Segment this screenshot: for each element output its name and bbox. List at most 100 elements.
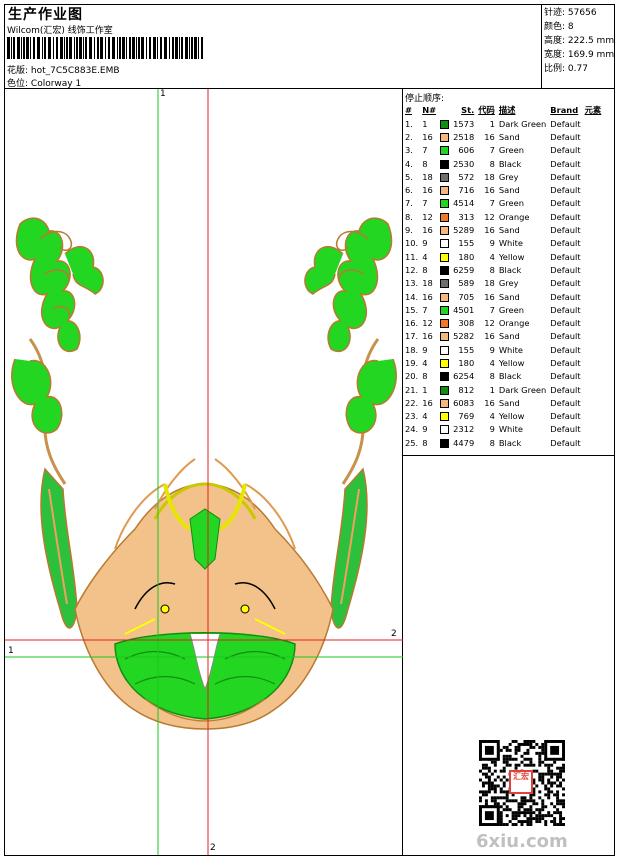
color-swatch <box>440 186 450 196</box>
element-cell <box>583 303 604 316</box>
page-title: 生产作业图 <box>8 7 83 23</box>
stitch-count: 705 <box>458 291 475 302</box>
color-swatch <box>440 119 450 129</box>
stitch-count: 2530 <box>453 158 475 169</box>
stat-height: 高度: 222.5 mm <box>544 34 614 48</box>
software-subtitle: Wilcom(汇宏) 线饰工作室 <box>7 26 113 36</box>
element-cell <box>583 277 604 290</box>
stat-value: 169.9 mm <box>567 50 615 60</box>
thread-description: Black <box>498 158 522 169</box>
stop-index: 23. <box>405 411 419 422</box>
thread-brand: Default <box>550 264 581 275</box>
watermark: 6xiu.com <box>476 831 568 852</box>
stitch-count: 155 <box>458 344 475 355</box>
table-row: 8. 12 313 12 Orange Default <box>403 210 603 223</box>
thread-code: 4 <box>489 357 495 368</box>
thread-brand: Default <box>550 437 581 448</box>
color-sequence-panel: 停止顺序: # N# St. 代码 描述 Brand 元素 1. 1 1573 1 Da… <box>403 89 614 855</box>
thread-brand: Default <box>550 371 581 382</box>
stitch-count: 589 <box>458 278 475 289</box>
stitch-count: 4514 <box>453 198 475 209</box>
color-swatch <box>440 345 450 355</box>
swatch <box>438 197 451 210</box>
stop-index: 8. <box>405 211 413 222</box>
stitch-count: 308 <box>458 318 475 329</box>
panel-divider <box>403 455 614 456</box>
color-stop-table: # N# St. 代码 描述 Brand 元素 1. 1 1573 1 Dark Gre… <box>403 103 603 449</box>
needle-number: 7 <box>422 145 428 156</box>
thread-code: 8 <box>489 158 495 169</box>
table-row: 17. 16 5282 16 Sand Default <box>403 330 603 343</box>
table-row: 24. 9 2312 9 White Default <box>403 423 603 436</box>
col-element: 元素 <box>584 105 602 115</box>
element-cell <box>583 383 604 396</box>
needle-number: 8 <box>422 264 428 275</box>
swatch <box>438 410 451 423</box>
thread-description: Orange <box>498 318 530 329</box>
stop-index: 22. <box>405 397 419 408</box>
thread-brand: Default <box>550 304 581 315</box>
needle-number: 8 <box>422 371 428 382</box>
element-cell <box>583 183 604 196</box>
color-swatch <box>440 252 450 262</box>
thread-description: Green <box>498 304 524 315</box>
table-row: 10. 9 155 9 White Default <box>403 237 603 250</box>
stat-width: 宽度: 169.9 mm <box>544 48 614 62</box>
needle-number: 7 <box>422 198 428 209</box>
element-cell <box>583 370 604 383</box>
col-needle: N# <box>422 105 437 115</box>
stitch-count: 6259 <box>453 264 475 275</box>
thread-brand: Default <box>550 331 581 342</box>
stop-index: 14. <box>405 291 419 302</box>
left-cloud-motif <box>11 217 104 629</box>
thread-description: Grey <box>498 171 519 182</box>
table-row: 22. 16 6083 16 Sand Default <box>403 396 603 409</box>
dragon-head-motif <box>74 458 334 730</box>
stop-index: 9. <box>405 225 413 236</box>
stop-index: 17. <box>405 331 419 342</box>
stop-index: 1. <box>405 118 413 129</box>
thread-code: 4 <box>489 411 495 422</box>
thread-brand: Default <box>550 185 581 196</box>
guide-label-bottom: 2 <box>210 843 216 853</box>
thread-brand: Default <box>550 344 581 355</box>
thread-description: White <box>498 238 523 249</box>
swatch <box>438 263 451 276</box>
stat-value: 8 <box>567 22 574 32</box>
thread-description: Dark Green <box>498 118 547 129</box>
stop-index: 25. <box>405 437 419 448</box>
thread-description: Orange <box>498 211 530 222</box>
color-swatch <box>440 398 450 408</box>
table-row: 21. 1 812 1 Dark Green Default <box>403 383 603 396</box>
table-row: 23. 4 769 4 Yellow Default <box>403 410 603 423</box>
thread-description: Yellow <box>498 411 525 422</box>
thread-code: 12 <box>484 211 495 222</box>
colorway-line: 色位: Colorway 1 <box>7 76 81 89</box>
needle-number: 16 <box>422 331 433 342</box>
needle-number: 9 <box>422 344 428 355</box>
color-swatch <box>440 199 450 209</box>
swatch <box>438 250 451 263</box>
swatch <box>438 343 451 356</box>
swatch <box>438 144 451 157</box>
needle-number: 1 <box>422 384 428 395</box>
table-row: 20. 8 6254 8 Black Default <box>403 370 603 383</box>
needle-number: 9 <box>422 424 428 435</box>
stitch-count: 572 <box>458 171 475 182</box>
table-row: 2. 16 2518 16 Sand Default <box>403 130 603 143</box>
stitch-count: 2312 <box>453 424 475 435</box>
thread-code: 1 <box>489 384 495 395</box>
needle-number: 12 <box>422 318 433 329</box>
needle-number: 16 <box>422 291 433 302</box>
swatch <box>438 170 451 183</box>
stop-index: 15. <box>405 304 419 315</box>
color-stop-rows: 1. 1 1573 1 Dark Green Default 2. 16 2518 16 Sand D… <box>403 117 603 449</box>
swatch <box>438 356 451 369</box>
right-cloud-motif <box>304 217 397 629</box>
color-swatch <box>440 425 450 435</box>
thread-code: 12 <box>484 318 495 329</box>
element-cell <box>583 356 604 369</box>
needle-number: 4 <box>422 411 428 422</box>
color-swatch <box>440 279 450 289</box>
thread-brand: Default <box>550 171 581 182</box>
